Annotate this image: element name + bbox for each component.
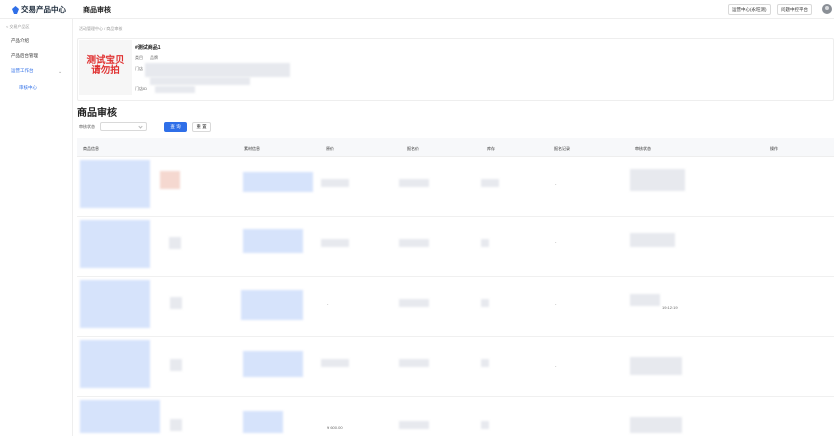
logo-icon: [12, 5, 19, 14]
redacted-stock: [481, 179, 499, 187]
redacted-product: [80, 220, 150, 268]
redacted-status: [630, 233, 675, 247]
col-action: 操作: [770, 146, 778, 151]
redacted-product: [80, 400, 160, 433]
redacted-status: [630, 357, 682, 375]
record-cell: -: [555, 181, 557, 186]
redacted-product: [80, 280, 150, 328]
redacted-info: [145, 63, 290, 77]
redacted-thumb: [160, 171, 180, 189]
col-product: 商品信息: [83, 146, 99, 151]
col-status: 审核状态: [635, 146, 651, 151]
query-button[interactable]: 查 询: [164, 122, 187, 132]
product-image: 测试宝贝 请勿拍: [79, 40, 132, 95]
product-label-store: 门店: [135, 66, 143, 71]
redacted-stock: [481, 239, 489, 247]
col-record: 报名记录: [554, 146, 570, 151]
page-title: 商品审核: [83, 7, 111, 14]
sidebar-item-intro[interactable]: 产品介绍: [11, 38, 29, 44]
product-name: #测试商品1: [135, 45, 161, 51]
redacted-reg-price: [399, 421, 429, 429]
table-row: - - 19:12:19: [77, 277, 834, 337]
sidebar-item-admin[interactable]: 产品后台管理: [11, 53, 38, 59]
col-material: 素材信息: [244, 146, 260, 151]
col-price: 原价: [326, 146, 334, 151]
top-bar: 交易产品中心 商品审核 运营中心(永旺测) 问题中控平台: [0, 0, 834, 19]
sidebar: < 交易产品区 产品介绍 产品后台管理 运营工作台 ⌄ 审核中心: [0, 19, 73, 436]
col-reg-price: 报名价: [407, 146, 419, 151]
col-stock: 库存: [487, 146, 495, 151]
logo-text: 交易产品中心: [21, 5, 66, 14]
avatar[interactable]: [822, 4, 832, 14]
sidebar-item-workbench[interactable]: 运营工作台: [11, 68, 34, 74]
sidebar-back-link[interactable]: < 交易产品区: [6, 24, 29, 30]
filter-status-label: 审核状态: [79, 124, 95, 129]
record-cell: -: [555, 363, 557, 368]
redacted-status: [630, 294, 660, 306]
table-row: -: [77, 337, 834, 397]
redacted-product: [80, 340, 150, 388]
price-cell: -: [327, 301, 329, 306]
record-cell: -: [555, 301, 557, 306]
redacted-status: [630, 417, 682, 433]
breadcrumb: 活动管理中心 / 商品审核: [79, 26, 123, 31]
download-button[interactable]: 问题中控平台: [777, 4, 812, 15]
price-cell: ¥ 600.00: [327, 425, 343, 430]
redacted-price: [321, 179, 349, 187]
product-label-category: 类目: [135, 55, 143, 60]
chevron-down-icon[interactable]: ⌄: [58, 69, 62, 75]
redacted-thumb: [170, 419, 182, 431]
redacted-stock: [481, 359, 489, 367]
redacted-info: [155, 86, 195, 93]
status-select[interactable]: [100, 122, 147, 131]
redacted-thumb: [170, 359, 182, 371]
redacted-material: [243, 351, 303, 377]
product-label-store-id: 门店ID: [135, 86, 147, 91]
table-header: 商品信息 素材信息 原价 报名价 库存 报名记录 审核状态 操作: [77, 138, 834, 157]
redacted-material: [243, 172, 313, 192]
redacted-thumb: [169, 237, 181, 249]
redacted-reg-price: [399, 179, 429, 187]
app-logo[interactable]: 交易产品中心: [12, 4, 66, 15]
reset-button[interactable]: 重 置: [192, 122, 211, 132]
redacted-info: [150, 77, 250, 85]
redacted-reg-price: [399, 239, 429, 247]
record-cell: -: [555, 239, 557, 244]
redacted-thumb: [170, 297, 182, 309]
table-row: -: [77, 217, 834, 277]
table-row: ¥ 600.00: [77, 397, 834, 436]
redacted-price: [321, 359, 349, 367]
redacted-status: [630, 169, 685, 191]
redacted-stock: [481, 299, 489, 307]
redacted-material: [243, 411, 283, 433]
sidebar-item-audit[interactable]: 审核中心: [19, 85, 37, 91]
status-cell: 19:12:19: [662, 305, 678, 310]
product-watermark: 测试宝贝 请勿拍: [86, 55, 125, 76]
redacted-product: [80, 160, 150, 208]
redacted-price: [321, 239, 349, 247]
redacted-reg-price: [399, 359, 429, 367]
table-row: -: [77, 157, 834, 217]
redacted-material: [243, 229, 303, 253]
redacted-reg-price: [399, 299, 429, 307]
settlement-button[interactable]: 运营中心(永旺测): [728, 4, 771, 15]
product-label-brand: 品牌: [150, 55, 158, 60]
redacted-stock: [481, 421, 489, 429]
section-title: 商品审核: [77, 108, 117, 119]
redacted-material: [241, 290, 303, 320]
